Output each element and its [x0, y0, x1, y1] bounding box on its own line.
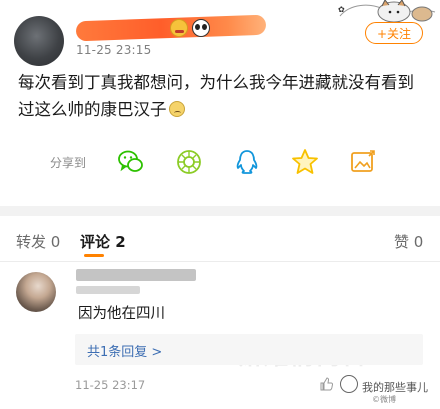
tab-likes[interactable]: 赞 0: [394, 231, 423, 252]
section-divider: [0, 206, 440, 216]
tab-repost[interactable]: 转发 0: [16, 231, 60, 252]
tabs-divider: [0, 261, 440, 262]
follow-button[interactable]: +关注: [365, 22, 423, 44]
channel-logo-icon: [340, 375, 358, 393]
picture-share-icon[interactable]: [348, 147, 378, 177]
post-author-avatar[interactable]: [14, 16, 64, 66]
post-timestamp: 11-25 23:15: [76, 43, 152, 57]
share-label: 分享到: [50, 156, 87, 170]
watermark-handle: ©微博: [372, 395, 396, 404]
svg-text:✿: ✿: [338, 5, 345, 14]
active-tab-indicator: [84, 254, 104, 257]
tab-comments[interactable]: 评论 2: [80, 231, 126, 252]
blushing-emoji-icon: [170, 19, 188, 37]
qzone-star-icon[interactable]: [290, 147, 320, 177]
post-body: 每次看到丁真我都想问，为什么我今年进藏就没有看到过这么帅的康巴汉子: [18, 69, 428, 123]
comment-timestamp: 11-25 23:17: [75, 378, 146, 392]
view-replies-link[interactable]: 共1条回复 >: [87, 341, 162, 360]
wechat-icon[interactable]: [116, 147, 146, 177]
qq-icon[interactable]: [232, 147, 262, 177]
comment-like-icon[interactable]: [318, 376, 334, 392]
watermark-channel: 我的那些事儿: [362, 381, 428, 394]
commenter-avatar[interactable]: [16, 272, 56, 312]
panda-emoji-icon: [192, 19, 210, 37]
post-text: 每次看到丁真我都想问，为什么我今年进藏就没有看到过这么帅的康巴汉子: [18, 73, 414, 119]
commenter-name-redaction: [76, 269, 196, 281]
moments-icon[interactable]: [174, 147, 204, 177]
commenter-meta-redaction: [76, 286, 140, 294]
sad-emoji-icon: [168, 101, 185, 117]
comment-text: 因为他在四川: [78, 306, 165, 322]
